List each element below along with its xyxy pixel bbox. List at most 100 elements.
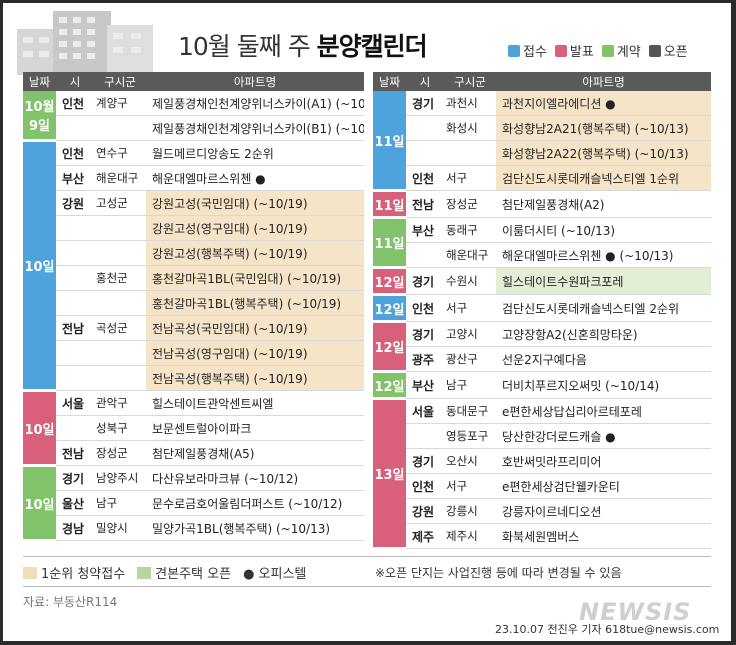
gu-cell: 광산구 xyxy=(444,346,496,372)
gu-cell: 남구 xyxy=(444,371,496,399)
date-label: 11일 xyxy=(374,237,405,252)
si-cell xyxy=(56,365,94,391)
date-label: 9일 xyxy=(28,119,50,134)
si-cell: 서울 xyxy=(56,390,94,416)
date-label: 11일 xyxy=(374,134,405,150)
si-cell: 인천 xyxy=(406,473,444,499)
date-cell: 10일 xyxy=(23,390,56,467)
table-row: 12일 경기 고양시 고양장항A2(신혼희망타운) xyxy=(373,321,711,373)
gu-cell: 동래구 xyxy=(444,217,496,243)
gu-cell: 홍천군 xyxy=(94,265,146,291)
apartment-name: 해운대엘마르스위첸 ● (~10/13) xyxy=(496,242,711,268)
gu-cell xyxy=(94,340,146,366)
gu-cell: 계양구 xyxy=(94,91,146,116)
legend-item: 견본주택 오픈 xyxy=(137,563,231,582)
table-row: 12일 부산 남구 더비치푸르지오써밋 (~10/14) xyxy=(373,371,711,400)
apartment-name: 전남곡성(국민임대) (~10/19) xyxy=(146,315,364,341)
si-cell xyxy=(406,115,444,141)
table-row: 13일 서울 동대문구 e편한세상답십리아르테포레 xyxy=(373,398,711,550)
si-cell: 경기 xyxy=(406,448,444,474)
apartment-name: 문수로금호어울림더퍼스트 (~10/12) xyxy=(146,490,364,516)
date-cell: 12일 xyxy=(373,371,406,400)
legend-label: 견본주택 오픈 xyxy=(155,567,232,582)
gu-cell: 장성군 xyxy=(94,440,146,466)
table-row: 강원고성(영구임대) (~10/19) xyxy=(23,215,364,241)
table-row: 인천 서구 검단신도시롯데캐슬넥스티엘 1순위 xyxy=(373,165,711,191)
gu-cell: 서구 xyxy=(444,165,496,191)
footnote: ※오픈 단지는 사업진행 등에 따라 변경될 수 있음 xyxy=(375,566,622,580)
header-si: 시 xyxy=(56,72,94,91)
apartment-name: 이룸더시티 (~10/13) xyxy=(496,217,711,243)
date-cell: 11일 xyxy=(373,217,406,269)
table-row: 전남곡성(행복주택) (~10/19) xyxy=(23,365,364,391)
si-cell: 전남 xyxy=(406,190,444,218)
gu-cell: 제주시 xyxy=(444,523,496,549)
date-cell: 11일 xyxy=(373,190,406,219)
divider xyxy=(23,586,711,587)
apartment-name: 강릉자이르네디오션 xyxy=(496,498,711,524)
table-row: 강원고성(행복주택) (~10/19) xyxy=(23,240,364,266)
table-row: 경기 오산시 호반써밋라프리미어 xyxy=(373,448,711,474)
legend-item: ● 오피스텔 xyxy=(243,563,306,582)
table-row: 10월9일인천계양구제일풍경채인천계양위너스카이(A1) (~10/12) xyxy=(23,91,364,142)
left-calendar-table: 날짜 시 구시군 아파트명 10월 9일 인천 계양구 제일풍경채인천계양위너스카이(A… xyxy=(23,72,364,542)
si-cell xyxy=(56,265,94,291)
gu-cell: 수원시 xyxy=(444,267,496,295)
si-cell: 울산 xyxy=(56,490,94,516)
page-title: 10월 둘째 주 분양캘린더 xyxy=(178,27,428,63)
status-legend-item: 계약 xyxy=(601,41,641,60)
table-row: 영등포구 당산한강더로드캐슬 ● xyxy=(373,423,711,449)
table-row: 경남 밀양시 밀양가곡1BL(행복주택) (~10/13) xyxy=(23,515,364,541)
header-date: 날짜 xyxy=(23,72,56,91)
gu-cell: 곡성군 xyxy=(94,315,146,341)
gu-cell: 밀양시 xyxy=(94,515,146,541)
apartment-name: 힐스테이트관악센트씨엘 xyxy=(146,390,364,416)
apartment-name: 호반써밋라프리미어 xyxy=(496,448,711,474)
apartment-name: e편한세상답십리아르테포레 xyxy=(496,398,711,424)
date-cell: 10월 9일 xyxy=(23,91,56,142)
date-label: 10일 xyxy=(24,497,55,513)
si-cell: 경기 xyxy=(406,321,444,347)
date-label: 10일 xyxy=(24,422,55,438)
apartment-name: 당산한강더로드캐슬 ● xyxy=(496,423,711,449)
gu-cell xyxy=(94,115,146,141)
table-row: 10일 서울 관악구 힐스테이트관악센트씨엘 xyxy=(23,390,364,467)
date-label: 12일 xyxy=(374,379,405,395)
status-legend-item: 접수 xyxy=(508,41,547,60)
table-row: 광주 광산구 선운2지구예다음 xyxy=(373,346,711,372)
date-cell: 12일 xyxy=(373,294,406,323)
table-row: 화성향남2A22(행복주택) (~10/13) xyxy=(373,140,711,166)
gu-cell: 서구 xyxy=(444,294,496,322)
apartment-name: 첨단제일풍경채(A2) xyxy=(496,190,711,218)
si-cell: 제주 xyxy=(406,523,444,549)
legend-swatch xyxy=(23,566,37,579)
apartment-name: 월드메르디앙송도 2순위 xyxy=(146,140,364,166)
si-cell: 부산 xyxy=(406,217,444,243)
table-row: 10일 인천 연수구 월드메르디앙송도 2순위 xyxy=(23,140,364,392)
table-row: 강원 강릉시 강릉자이르네디오션 xyxy=(373,498,711,524)
right-calendar-table: 날짜 시 구시군 아파트명 11일 경기 과천시 과천지이엘라에디션 ● 화성시 화성향남… xyxy=(373,72,711,550)
table-row: 11일 부산 동래구 이룸더시티 (~10/13) xyxy=(373,217,711,269)
legend-item: 1순위 청약접수 xyxy=(23,563,125,582)
date-cell: 13일 xyxy=(373,398,406,550)
table-row: 전남 장성군 첨단제일풍경채(A5) xyxy=(23,440,364,466)
si-cell xyxy=(56,115,94,141)
date-label: 12일 xyxy=(374,341,405,356)
apartment-name: 검단신도시롯데캐슬넥스티엘 1순위 xyxy=(496,165,711,191)
status-swatch xyxy=(648,44,661,57)
table-header-row: 날짜 시 구시군 아파트명 xyxy=(23,72,364,91)
table-row: 11일 전남 장성군 첨단제일풍경채(A2) xyxy=(373,190,711,219)
status-legend-label: 계약 xyxy=(616,45,641,60)
si-cell: 인천 xyxy=(56,91,94,116)
table-row: 성북구 보문센트럴아이파크 xyxy=(23,415,364,441)
apartment-name: 화성향남2A22(행복주택) (~10/13) xyxy=(496,140,711,166)
status-swatch xyxy=(508,44,520,57)
gu-cell: 동대문구 xyxy=(444,398,496,424)
si-cell xyxy=(56,415,94,441)
header-apt: 아파트명 xyxy=(496,72,711,91)
apartment-name: 화북세원멤버스 xyxy=(496,523,711,549)
legend-label: ● 오피스텔 xyxy=(243,567,307,582)
si-cell: 경기 xyxy=(56,465,94,491)
date-label: 12일 xyxy=(374,275,405,291)
gu-cell xyxy=(444,140,496,166)
